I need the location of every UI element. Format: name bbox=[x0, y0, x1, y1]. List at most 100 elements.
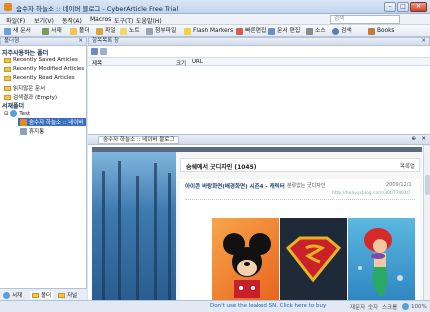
item-list-header: 항목목록 창 ✕ bbox=[88, 37, 430, 46]
favorite-item-label: Recently Modified Articles bbox=[13, 66, 85, 72]
search-input[interactable]: 검색 bbox=[330, 15, 400, 24]
blog-category-title: 숨쉐에서 굿디자인 (1045) bbox=[186, 164, 257, 171]
new-document-button[interactable]: 새 문서 bbox=[4, 27, 31, 35]
sidebar-header: 폴더형 ✕ bbox=[0, 37, 87, 46]
folder-icon bbox=[32, 292, 39, 298]
source-button[interactable]: 소스 bbox=[306, 27, 326, 35]
column-url[interactable]: URL bbox=[192, 59, 203, 65]
document-edit-icon bbox=[268, 27, 275, 35]
close-icon[interactable]: ✕ bbox=[421, 38, 426, 45]
window-title: 숨수자 하늘소 :: 네이버 블로그 - CyberArticle Free T… bbox=[16, 5, 179, 13]
favorite-item[interactable]: 검색결과 (Empty) bbox=[4, 93, 57, 101]
scrollbar-thumb[interactable] bbox=[425, 175, 430, 195]
library-label: 서재 bbox=[51, 28, 62, 34]
library-folders-title: 서재폴더 bbox=[2, 103, 25, 110]
books-button[interactable]: Books bbox=[368, 27, 394, 35]
folder-icon bbox=[70, 27, 77, 35]
menu-help[interactable]: 도움말(H) bbox=[136, 16, 162, 25]
menu-macros[interactable]: Macros bbox=[90, 16, 111, 23]
search-button[interactable]: 검색 bbox=[332, 27, 352, 35]
tab-folder-label: 폴더 bbox=[41, 293, 52, 299]
collapse-icon[interactable]: ⊟ bbox=[4, 111, 8, 117]
folder-icon bbox=[4, 85, 11, 91]
folder-icon bbox=[4, 66, 11, 72]
document-edit-label: 문서 편집 bbox=[277, 28, 301, 34]
document-edit-button[interactable]: 문서 편집 bbox=[268, 27, 300, 35]
detail-view-icon[interactable] bbox=[100, 48, 107, 55]
forest-tree bbox=[118, 161, 121, 301]
note-icon bbox=[120, 27, 127, 35]
tree-root-label: Test bbox=[19, 110, 31, 117]
search-label: 검색 bbox=[341, 28, 352, 34]
vertical-scrollbar[interactable] bbox=[423, 145, 430, 301]
forest-tree bbox=[136, 176, 139, 301]
favorite-item[interactable]: Recently Read Articles bbox=[4, 75, 75, 81]
books-label: Books bbox=[377, 28, 395, 34]
tab-journal[interactable]: 저널 bbox=[58, 291, 77, 299]
favorites-title: 자주사용하는 폴더 bbox=[2, 50, 49, 57]
quick-edit-icon bbox=[236, 27, 243, 35]
status-scroll: 스크롤 bbox=[382, 305, 398, 311]
status-num: 숫자 bbox=[368, 305, 379, 311]
title-bar: 숨수자 하늘소 :: 네이버 블로그 - CyberArticle Free T… bbox=[0, 0, 430, 14]
divider bbox=[185, 199, 415, 200]
close-icon[interactable]: ✕ bbox=[421, 136, 426, 142]
flash-markers-button[interactable]: Flash Markers bbox=[184, 27, 233, 35]
attachment-icon bbox=[146, 27, 153, 35]
zoom-level: 100% bbox=[411, 303, 427, 310]
maximize-button[interactable]: □ bbox=[397, 2, 409, 12]
tree-item-trash[interactable]: 휴지통 bbox=[20, 127, 44, 135]
mermaid-icon bbox=[358, 228, 403, 298]
post-list-link[interactable]: 목록열 bbox=[400, 162, 415, 170]
tree-item-selected[interactable]: 숨수자 하늘소 :: 네이버 bbox=[18, 118, 86, 126]
favorite-item[interactable]: 읽지않은 문서 bbox=[4, 84, 45, 92]
list-view-icon[interactable] bbox=[91, 48, 98, 55]
favorite-item[interactable]: Recently Modified Articles bbox=[4, 66, 84, 72]
license-warning-link[interactable]: Don't use the leaked SN. Click here to b… bbox=[210, 303, 326, 309]
column-title[interactable]: 제목 bbox=[92, 59, 102, 67]
close-icon[interactable]: ✕ bbox=[78, 38, 83, 45]
toolbar: 새 문서 서재 폴더 파일 노트 첨부파일 Flash Markers 빠른편집… bbox=[0, 25, 430, 37]
item-list-header-label: 항목목록 창 bbox=[92, 38, 120, 44]
trash-icon bbox=[20, 127, 27, 135]
favorite-item-label: 읽지않은 문서 bbox=[13, 86, 46, 92]
note-label: 노트 bbox=[129, 28, 140, 34]
quick-edit-label: 빠른편집 bbox=[245, 28, 267, 34]
status-caps: 재문자 bbox=[350, 305, 366, 311]
note-button[interactable]: 노트 bbox=[120, 27, 140, 35]
forest-tree bbox=[102, 171, 105, 301]
attachment-button[interactable]: 첨부파일 bbox=[146, 27, 176, 35]
menu-tools[interactable]: 도구(T) bbox=[114, 16, 133, 25]
tab-library[interactable]: 서재 bbox=[3, 291, 22, 299]
tab-folder[interactable]: 폴더 bbox=[30, 291, 54, 299]
favorite-item[interactable]: Recently Saved Articles bbox=[4, 57, 78, 63]
library-icon bbox=[42, 27, 49, 35]
zoom-icon bbox=[402, 303, 409, 310]
post-title[interactable]: 아이콘 바탕화면(배경화면) 시즌4 - 캐릭터 bbox=[185, 182, 285, 190]
tree-root-test[interactable]: ⊟ Test bbox=[4, 110, 30, 117]
post-category[interactable]: 분류없는 굿디자인 bbox=[287, 182, 325, 189]
pin-icon[interactable]: ⊕ bbox=[411, 136, 416, 142]
minimize-button[interactable]: – bbox=[384, 2, 396, 12]
mickey-image bbox=[212, 218, 279, 301]
close-button[interactable]: ✕ bbox=[410, 2, 427, 12]
folder-button[interactable]: 폴더 bbox=[70, 27, 90, 35]
menu-view[interactable]: 보기(V) bbox=[34, 16, 54, 25]
quick-edit-button[interactable]: 빠른편집 bbox=[236, 27, 266, 35]
zoom-control[interactable]: 100% bbox=[402, 303, 427, 310]
menu-action[interactable]: 동작(A) bbox=[62, 16, 82, 25]
menu-file[interactable]: 파일(F) bbox=[6, 16, 25, 25]
tree-item-label: 휴지통 bbox=[29, 129, 45, 135]
sidebar-tabs: 서재 폴더 저널 bbox=[0, 288, 87, 300]
column-size[interactable]: 크기 bbox=[176, 59, 186, 67]
library-button[interactable]: 서재 bbox=[42, 27, 62, 35]
sidebar: 폴더형 ✕ 자주사용하는 폴더 Recently Saved Articles … bbox=[0, 37, 87, 300]
tab-journal-label: 저널 bbox=[67, 293, 78, 299]
post-url[interactable]: http://heavysblog.com/300774010 bbox=[332, 191, 410, 196]
folder-icon bbox=[4, 75, 11, 81]
attachment-label: 첨부파일 bbox=[155, 28, 177, 34]
books-icon bbox=[368, 27, 375, 35]
file-button[interactable]: 파일 bbox=[96, 27, 116, 35]
globe-icon bbox=[10, 110, 18, 117]
tab-article[interactable]: 숨수자 하늘소 :: 네이버 블로그 bbox=[98, 136, 180, 144]
